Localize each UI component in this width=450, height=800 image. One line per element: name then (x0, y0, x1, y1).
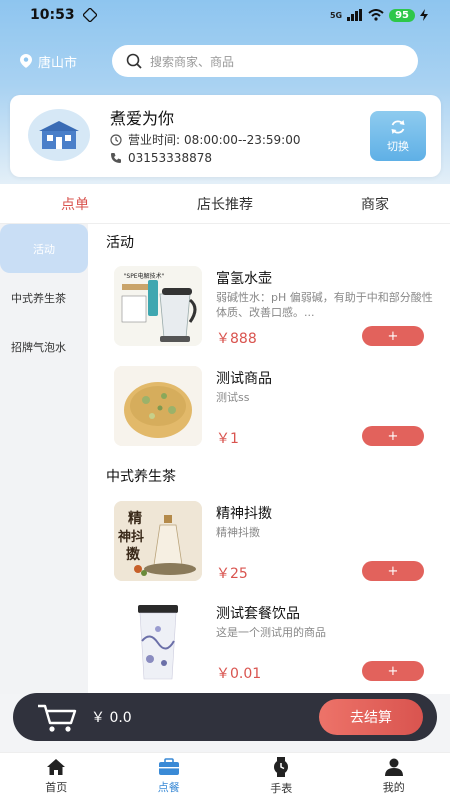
product-item[interactable]: "SPE电解技术" 富氢水壶 弱碱性水：pH 偏弱碱，有助于中和部分酸性体质、改… (88, 266, 450, 356)
checkout-button[interactable]: 去结算 (319, 699, 423, 735)
product-name: 测试套餐饮品 (216, 606, 300, 622)
svg-text:擞: 擞 (126, 546, 141, 563)
product-desc: 这是一个测试用的商品 (216, 626, 326, 639)
nav-item-order[interactable]: 点餐 (113, 753, 226, 800)
tab-order[interactable]: 点单 (0, 184, 150, 223)
briefcase-icon (158, 758, 179, 775)
category-sidebar: 活动 中式养生茶 招牌气泡水 (0, 224, 88, 694)
city-name: 唐山市 (38, 55, 78, 71)
bottom-nav: 首页 点餐 手表 我的 (0, 752, 450, 800)
add-to-cart-button[interactable]: + (362, 426, 424, 446)
store-hours: 营业时间: 08:00:00--23:59:00 (110, 131, 301, 148)
nav-item-watch[interactable]: 手表 (225, 753, 338, 800)
store-hours-label: 营业时间: (128, 133, 181, 147)
product-name: 精神抖擞 (216, 506, 272, 522)
product-image (114, 366, 202, 446)
nav-label: 首页 (45, 781, 68, 794)
product-item[interactable]: 测试商品 测试ss ￥1 + (88, 366, 450, 456)
svg-text:神抖: 神抖 (118, 529, 144, 545)
svg-text:精: 精 (128, 510, 142, 527)
shopping-cart-icon[interactable] (37, 703, 77, 733)
pastry-image (114, 366, 202, 446)
product-desc: 弱碱性水：pH 偏弱碱，有助于中和部分酸性体质、改善口感。... (216, 291, 433, 319)
product-name: 测试商品 (216, 371, 272, 387)
tab-manager-recommend[interactable]: 店长推荐 (150, 184, 300, 223)
nav-item-profile[interactable]: 我的 (338, 753, 450, 800)
section-title: 中式养生茶 (106, 469, 176, 485)
nav-label: 我的 (382, 781, 405, 794)
status-time: 10:53 (30, 7, 75, 23)
nav-label: 点餐 (157, 781, 180, 794)
nav-item-home[interactable]: 首页 (0, 753, 113, 800)
product-item[interactable]: 精 神抖 擞 精神抖擞 精神抖擞 ￥25 + (88, 501, 450, 591)
nav-label: 手表 (270, 782, 293, 795)
product-price: ￥888 (216, 331, 257, 347)
add-to-cart-button[interactable]: + (362, 561, 424, 581)
product-desc: 精神抖擞 (216, 526, 260, 539)
charging-icon (420, 9, 428, 21)
search-placeholder: 搜索商家、商品 (150, 54, 235, 69)
signal-icon (347, 9, 363, 21)
search-icon (126, 53, 142, 69)
tab-bar: 点单 店长推荐 商家 (0, 184, 450, 224)
refresh-icon (391, 120, 405, 134)
location-pin-icon (20, 54, 32, 68)
product-desc: 测试ss (216, 391, 250, 404)
store-hours-value: 08:00:00--23:59:00 (184, 132, 301, 147)
product-list: 活动 "SPE电解技术" 富氢水壶 弱碱性水：pH 偏弱碱，有助于中和部分酸性体… (88, 224, 450, 694)
hydrogen-kettle-image: "SPE电解技术" (114, 266, 202, 346)
city-selector[interactable]: 唐山市 (20, 52, 112, 71)
sidebar-item-sparkling-water[interactable]: 招牌气泡水 (0, 322, 88, 371)
battery-indicator: 95 (389, 8, 415, 22)
cart-bar: ￥ 0.0 去结算 (13, 693, 437, 741)
product-price: ￥25 (216, 566, 248, 582)
status-bar: 10:53 5G 95 (0, 0, 450, 30)
cart-total: ￥ 0.0 (91, 710, 132, 726)
product-image: 精 神抖 擞 (114, 501, 202, 581)
store-logo (28, 109, 90, 161)
product-item[interactable]: 测试套餐饮品 这是一个测试用的商品 ￥0.01 + (88, 601, 450, 691)
search-row: 唐山市 搜索商家、商品 (0, 44, 450, 78)
drink-cup-image (114, 601, 202, 681)
clock-icon (110, 133, 122, 146)
sidebar-item-activity[interactable]: 活动 (0, 224, 88, 273)
nfc-icon (82, 8, 97, 22)
wifi-icon (368, 9, 384, 21)
product-price: ￥1 (216, 431, 239, 447)
store-phone[interactable]: 03153338878 (110, 151, 212, 165)
product-image (114, 601, 202, 681)
product-price: ￥0.01 (216, 666, 262, 682)
watch-icon (274, 757, 289, 777)
network-label: 5G (329, 10, 343, 20)
store-building-icon (39, 121, 79, 149)
phone-icon (111, 153, 121, 163)
status-indicators: 5G 95 (329, 8, 428, 22)
tea-product-image: 精 神抖 擞 (114, 501, 202, 581)
product-image: "SPE电解技术" (114, 266, 202, 346)
add-to-cart-button[interactable]: + (362, 661, 424, 681)
store-card: 煮爱为你 营业时间: 08:00:00--23:59:00 0315333887… (10, 95, 441, 177)
switch-store-button[interactable]: 切换 (370, 111, 426, 161)
add-to-cart-button[interactable]: + (362, 326, 424, 346)
home-icon (47, 759, 66, 775)
search-input[interactable]: 搜索商家、商品 (112, 45, 418, 77)
sidebar-item-health-tea[interactable]: 中式养生茶 (0, 273, 88, 322)
user-icon (384, 758, 403, 776)
switch-label: 切换 (387, 140, 409, 153)
section-title: 活动 (106, 235, 134, 251)
kettle-image-caption: "SPE电解技术" (124, 272, 165, 280)
store-phone-number: 03153338878 (128, 151, 212, 165)
store-name: 煮爱为你 (110, 109, 175, 128)
tab-merchant[interactable]: 商家 (300, 184, 450, 223)
product-name: 富氢水壶 (216, 271, 272, 287)
